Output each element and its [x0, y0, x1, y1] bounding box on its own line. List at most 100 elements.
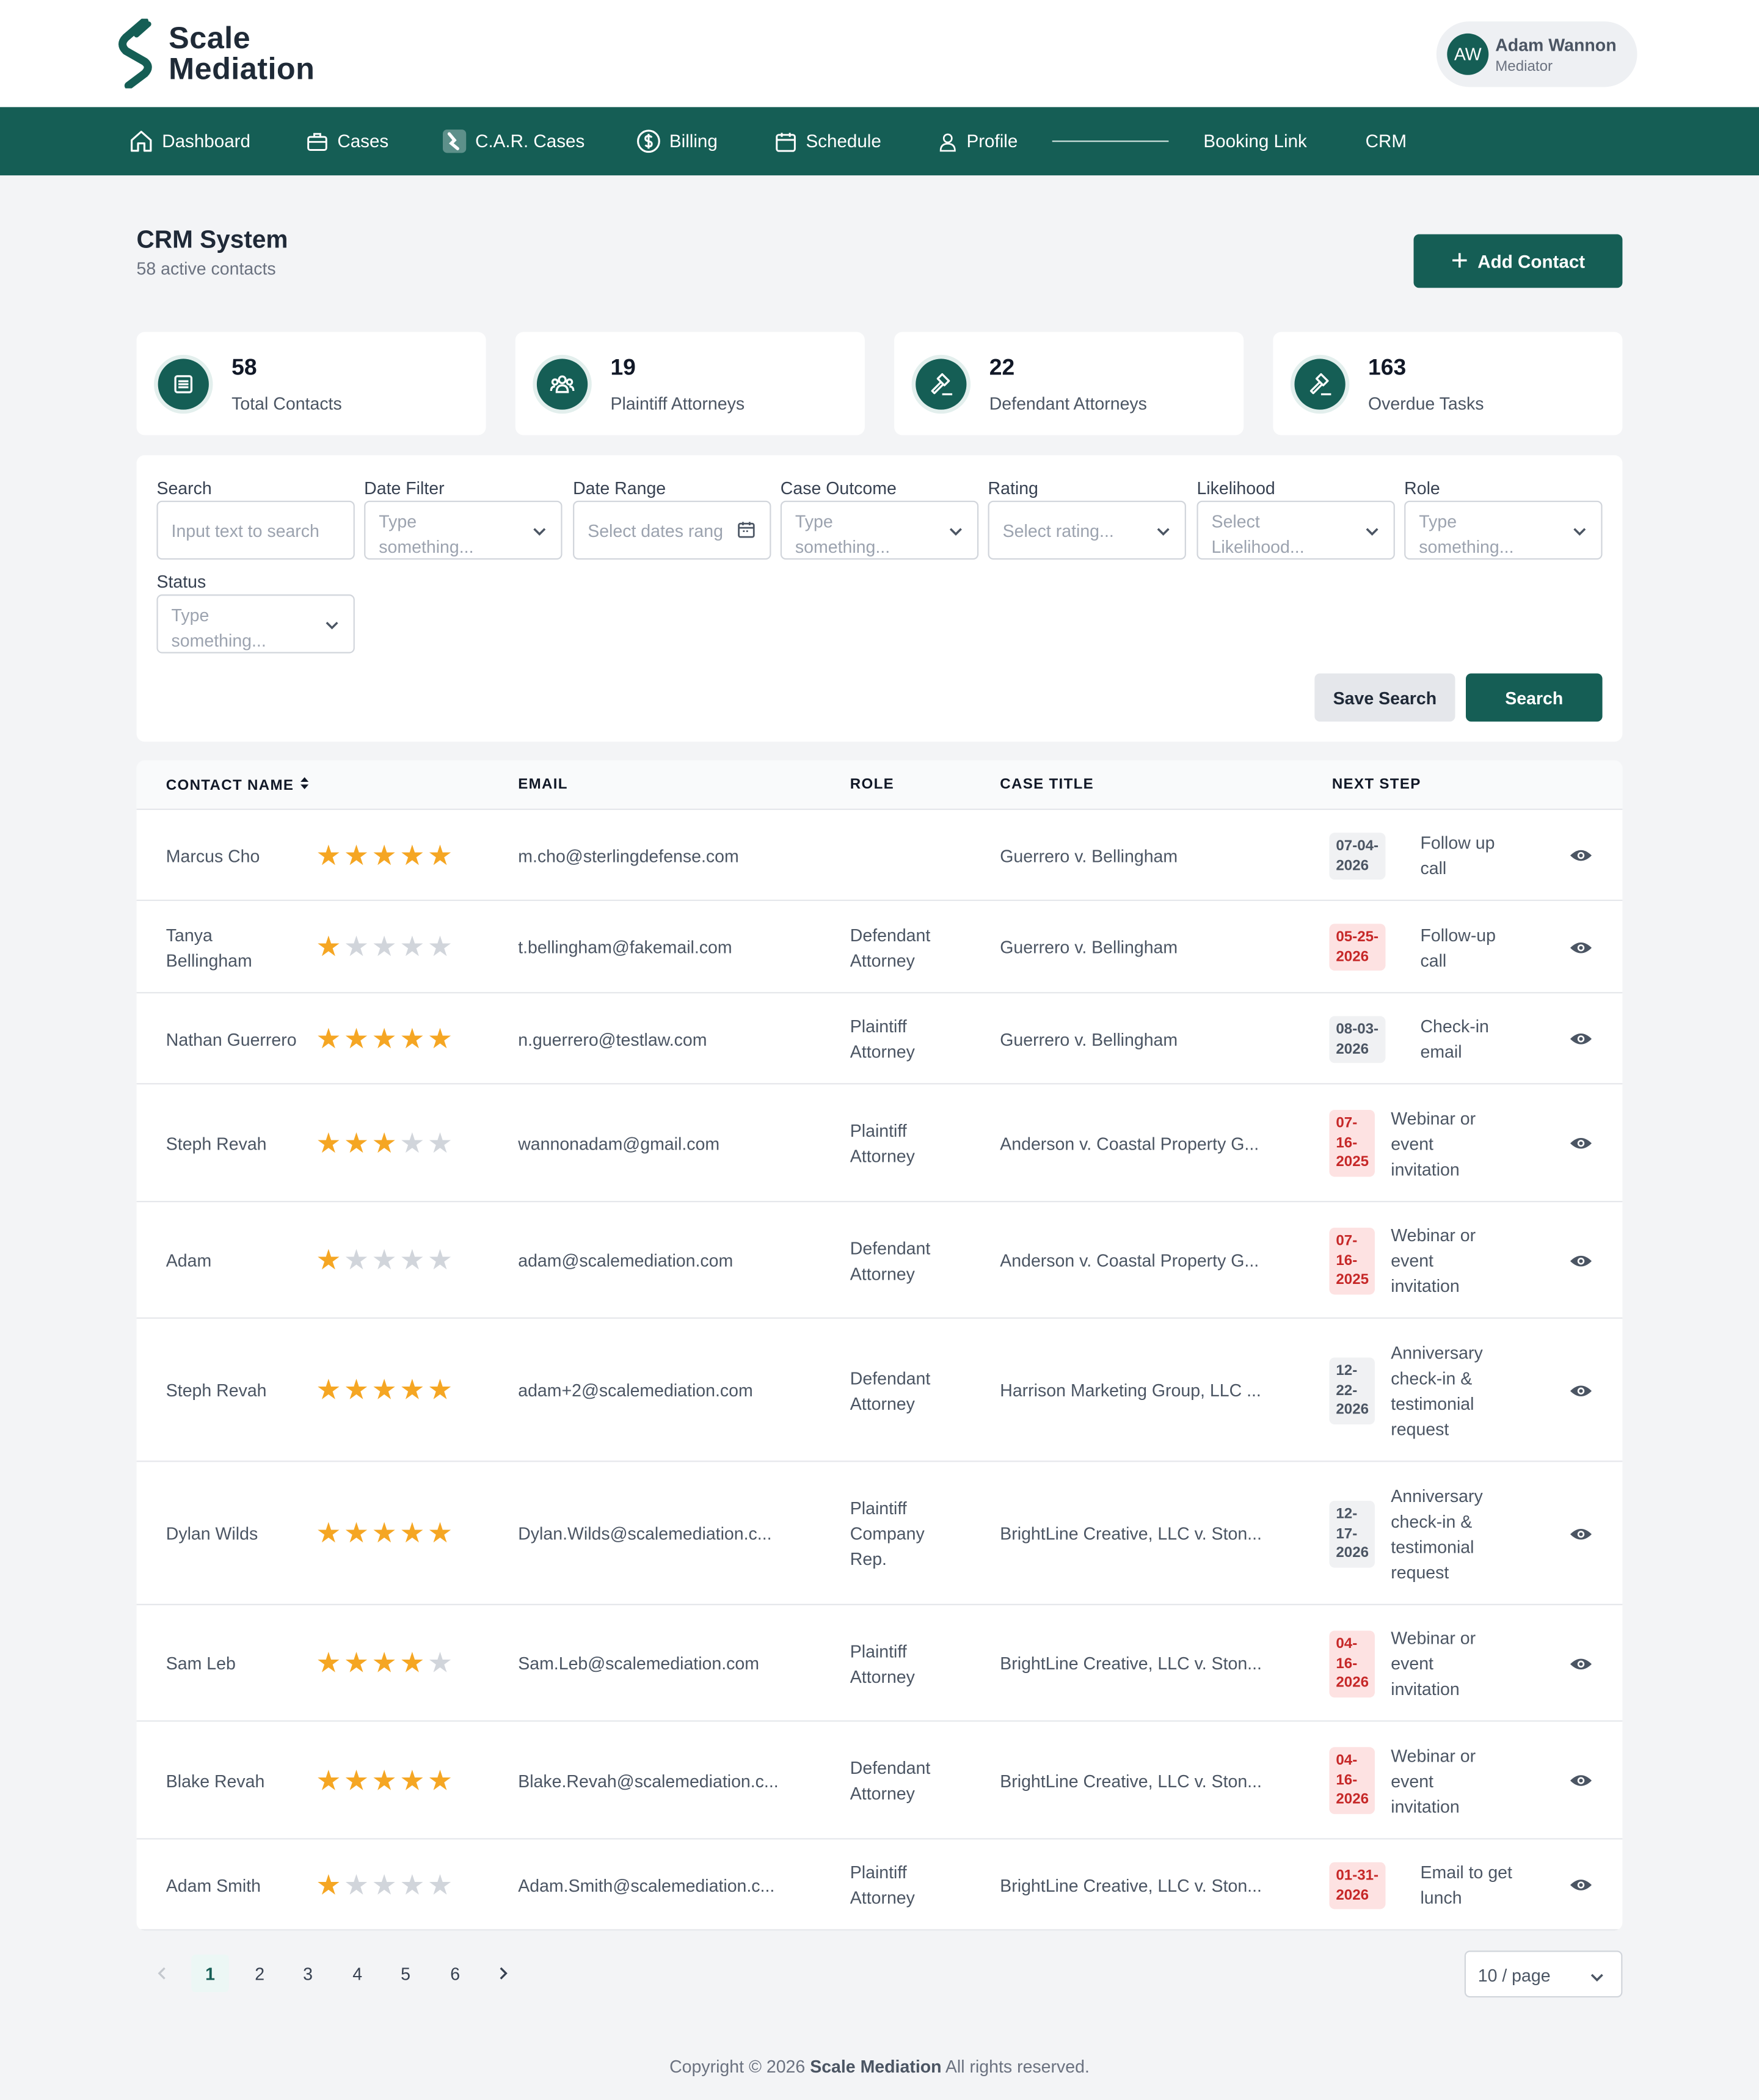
save-search-button[interactable]: Save Search	[1314, 673, 1455, 722]
star-icon[interactable]: ★	[428, 842, 453, 870]
rating-stars[interactable]: ★ ★ ★ ★ ★	[316, 1767, 453, 1795]
star-icon[interactable]: ★	[372, 1767, 397, 1795]
table-row[interactable]: Sam Leb Sam.Leb@scalemediation.com Plainti…	[136, 1605, 1623, 1722]
status-select[interactable]: Type something...	[156, 594, 355, 654]
date-range-picker[interactable]: Select dates rang	[573, 500, 771, 560]
view-icon[interactable]	[1569, 940, 1593, 956]
table-row[interactable]: Adam Smith Adam.Smith@scalemediation.c...…	[136, 1840, 1623, 1931]
star-icon[interactable]: ★	[428, 1247, 453, 1275]
table-row[interactable]: Dylan Wilds Dylan.Wilds@scalemediation.c.…	[136, 1462, 1623, 1605]
next-page-button[interactable]	[484, 1955, 522, 1992]
page-button-4[interactable]: 4	[339, 1955, 376, 1992]
search-input[interactable]: Input text to search	[156, 500, 355, 560]
star-icon[interactable]: ★	[372, 1247, 397, 1275]
page-size-select[interactable]: 10 / page	[1464, 1950, 1623, 1998]
star-icon[interactable]: ★	[344, 1376, 369, 1404]
nav-car-cases[interactable]: C.A.R. Cases	[442, 107, 585, 175]
brand-logo[interactable]: Scale Mediation	[115, 18, 315, 89]
star-icon[interactable]: ★	[428, 1376, 453, 1404]
nav-crm[interactable]: CRM	[1366, 107, 1407, 175]
page-button-2[interactable]: 2	[241, 1955, 279, 1992]
rating-stars[interactable]: ★ ★ ★ ★ ★	[316, 842, 453, 870]
table-row[interactable]: Marcus Cho m.cho@sterlingdefense.com Guerr…	[136, 810, 1623, 902]
nav-schedule[interactable]: Schedule	[774, 107, 881, 175]
star-icon[interactable]: ★	[399, 1376, 424, 1404]
view-icon[interactable]	[1569, 1877, 1593, 1893]
star-icon[interactable]: ★	[428, 933, 453, 961]
star-icon[interactable]: ★	[428, 1520, 453, 1548]
rating-select[interactable]: Select rating...	[988, 500, 1186, 560]
star-icon[interactable]: ★	[399, 1130, 424, 1158]
column-header-contact-name[interactable]: CONTACT NAME	[166, 776, 310, 794]
star-icon[interactable]: ★	[428, 1872, 453, 1900]
star-icon[interactable]: ★	[344, 1649, 369, 1677]
star-icon[interactable]: ★	[399, 1872, 424, 1900]
star-icon[interactable]: ★	[316, 1520, 341, 1548]
star-icon[interactable]: ★	[372, 1649, 397, 1677]
table-row[interactable]: Adam adam@scalemediation.com Defendant Att…	[136, 1202, 1623, 1319]
view-icon[interactable]	[1569, 1253, 1593, 1269]
table-row[interactable]: Nathan Guerrero n.guerrero@testlaw.com Pla…	[136, 993, 1623, 1085]
star-icon[interactable]: ★	[344, 1247, 369, 1275]
star-icon[interactable]: ★	[372, 1376, 397, 1404]
star-icon[interactable]: ★	[316, 1026, 341, 1054]
page-button-6[interactable]: 6	[437, 1955, 474, 1992]
view-icon[interactable]	[1569, 1656, 1593, 1672]
view-icon[interactable]	[1569, 1773, 1593, 1788]
role-select[interactable]: Type something...	[1404, 500, 1603, 560]
table-row[interactable]: Tanya Bellingham t.bellingham@fakemail.co…	[136, 901, 1623, 994]
view-icon[interactable]	[1569, 1526, 1593, 1542]
rating-stars[interactable]: ★ ★ ★ ★ ★	[316, 1872, 453, 1900]
star-icon[interactable]: ★	[428, 1649, 453, 1677]
case-outcome-select[interactable]: Type something...	[780, 500, 979, 560]
table-row[interactable]: Blake Revah Blake.Revah@scalemediation.c.…	[136, 1722, 1623, 1840]
star-icon[interactable]: ★	[316, 1649, 341, 1677]
star-icon[interactable]: ★	[372, 1872, 397, 1900]
star-icon[interactable]: ★	[372, 1520, 397, 1548]
nav-profile[interactable]: Profile	[937, 107, 1018, 175]
star-icon[interactable]: ★	[316, 1767, 341, 1795]
star-icon[interactable]: ★	[344, 842, 369, 870]
star-icon[interactable]: ★	[428, 1130, 453, 1158]
rating-stars[interactable]: ★ ★ ★ ★ ★	[316, 1130, 453, 1158]
view-icon[interactable]	[1569, 1031, 1593, 1047]
likelihood-select[interactable]: Select Likelihood...	[1196, 500, 1395, 560]
star-icon[interactable]: ★	[399, 1026, 424, 1054]
star-icon[interactable]: ★	[428, 1767, 453, 1795]
star-icon[interactable]: ★	[399, 933, 424, 961]
user-menu[interactable]: AW Adam Wannon Mediator	[1436, 21, 1637, 87]
star-icon[interactable]: ★	[316, 1130, 341, 1158]
star-icon[interactable]: ★	[316, 1872, 341, 1900]
star-icon[interactable]: ★	[372, 1026, 397, 1054]
star-icon[interactable]: ★	[344, 1767, 369, 1795]
star-icon[interactable]: ★	[344, 1130, 369, 1158]
star-icon[interactable]: ★	[316, 1376, 341, 1404]
search-button[interactable]: Search	[1465, 673, 1603, 722]
view-icon[interactable]	[1569, 847, 1593, 863]
view-icon[interactable]	[1569, 1136, 1593, 1151]
view-icon[interactable]	[1569, 1383, 1593, 1399]
rating-stars[interactable]: ★ ★ ★ ★ ★	[316, 1026, 453, 1054]
nav-booking-link[interactable]: Booking Link	[1203, 107, 1306, 175]
rating-stars[interactable]: ★ ★ ★ ★ ★	[316, 1649, 453, 1677]
star-icon[interactable]: ★	[399, 1767, 424, 1795]
star-icon[interactable]: ★	[344, 1026, 369, 1054]
star-icon[interactable]: ★	[399, 1520, 424, 1548]
star-icon[interactable]: ★	[344, 933, 369, 961]
star-icon[interactable]: ★	[399, 842, 424, 870]
nav-dashboard[interactable]: Dashboard	[128, 107, 250, 175]
star-icon[interactable]: ★	[316, 842, 341, 870]
nav-cases[interactable]: Cases	[305, 107, 388, 175]
star-icon[interactable]: ★	[399, 1649, 424, 1677]
page-button-3[interactable]: 3	[289, 1955, 326, 1992]
page-button-5[interactable]: 5	[387, 1955, 424, 1992]
prev-page-button[interactable]	[144, 1955, 181, 1992]
rating-stars[interactable]: ★ ★ ★ ★ ★	[316, 933, 453, 961]
star-icon[interactable]: ★	[316, 933, 341, 961]
rating-stars[interactable]: ★ ★ ★ ★ ★	[316, 1247, 453, 1275]
add-contact-button[interactable]: + Add Contact	[1413, 234, 1623, 288]
rating-stars[interactable]: ★ ★ ★ ★ ★	[316, 1376, 453, 1404]
table-row[interactable]: Steph Revah adam+2@scalemediation.com Defe…	[136, 1319, 1623, 1462]
star-icon[interactable]: ★	[372, 842, 397, 870]
star-icon[interactable]: ★	[428, 1026, 453, 1054]
